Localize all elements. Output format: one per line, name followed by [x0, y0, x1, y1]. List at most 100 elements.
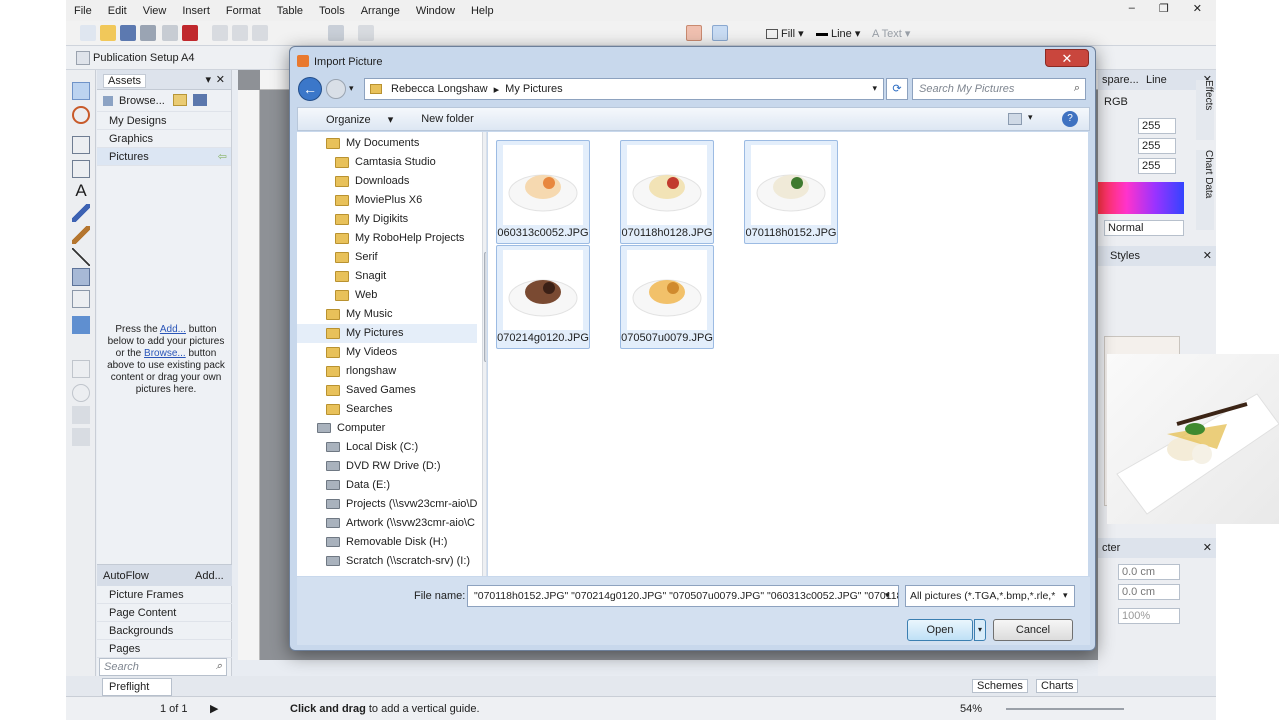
file-thumbnail[interactable]: 070507u0079.JPG — [620, 245, 714, 349]
search-icon[interactable]: ⌕ — [1074, 82, 1080, 95]
nav-item[interactable]: MoviePlus X6 — [297, 191, 477, 210]
file-name-input[interactable]: "070118h0152.JPG" "070214g0120.JPG" "070… — [467, 585, 899, 607]
zoom-level[interactable]: 54% — [960, 703, 982, 715]
search-icon[interactable]: ⌕ — [216, 660, 222, 673]
print-icon[interactable] — [140, 25, 156, 41]
search-input[interactable]: Search My Pictures ⌕ — [912, 78, 1086, 100]
menu-help[interactable]: Help — [463, 5, 502, 17]
close-icon[interactable]: ✕ — [1185, 2, 1210, 15]
menu-file[interactable]: File — [66, 5, 100, 17]
section-picture-frames[interactable]: Picture Frames — [97, 586, 232, 604]
file-thumbnail[interactable]: 070214g0120.JPG — [496, 245, 590, 349]
nav-item[interactable]: Scratch (\\scratch-srv) (I:) — [297, 552, 477, 571]
text-control[interactable]: A Text ▾ — [872, 27, 910, 40]
open-icon[interactable] — [100, 25, 116, 41]
nav-item[interactable]: Downloads — [297, 172, 477, 191]
tab-styles[interactable]: Styles — [1110, 250, 1140, 262]
nav-scroll-thumb[interactable] — [484, 252, 486, 362]
nav-item[interactable]: My RoboHelp Projects — [297, 229, 477, 248]
tab-schemes[interactable]: Schemes — [972, 679, 1028, 693]
save-icon[interactable] — [120, 25, 136, 41]
filter-dropdown-icon[interactable]: ▾ — [1063, 590, 1068, 601]
file-thumbnail[interactable]: 070118h0152.JPG — [744, 140, 838, 244]
fill-icon[interactable] — [766, 29, 778, 40]
forward-button[interactable] — [326, 79, 346, 99]
assets-my-designs[interactable]: My Designs — [97, 112, 231, 130]
nav-item[interactable]: rlongshaw — [297, 362, 477, 381]
nav-item[interactable]: DVD RW Drive (D:) — [297, 457, 477, 476]
hint-add-link[interactable]: Add... — [160, 324, 186, 335]
shape-tool-icon[interactable] — [72, 268, 90, 286]
pdf-icon[interactable] — [182, 25, 198, 41]
view-mode-icon[interactable] — [1008, 113, 1022, 125]
file-thumbnail[interactable]: 070118h0128.JPG — [620, 140, 714, 244]
nav-item[interactable]: Web — [297, 286, 477, 305]
nav-item[interactable]: Camtasia Studio — [297, 153, 477, 172]
preflight-button[interactable]: Preflight — [102, 678, 172, 696]
pointer-tool-icon[interactable] — [72, 82, 90, 100]
scale-field[interactable]: 100% — [1118, 608, 1180, 624]
dialog-close-button[interactable]: ✕ — [1045, 49, 1089, 67]
menu-arrange[interactable]: Arrange — [353, 5, 408, 17]
menu-tools[interactable]: Tools — [311, 5, 353, 17]
new-folder-button[interactable]: New folder — [407, 113, 488, 125]
assets-search-input[interactable]: Search ⌕ — [99, 658, 227, 676]
assets-graphics[interactable]: Graphics — [97, 130, 231, 148]
table-tool-icon[interactable] — [72, 160, 90, 178]
red-value[interactable]: 255 — [1138, 118, 1176, 134]
chart-data-tab[interactable]: Chart Data — [1196, 150, 1214, 230]
redo-icon[interactable] — [358, 25, 374, 41]
help-icon[interactable]: ? — [1062, 111, 1078, 127]
panel-menu-icon[interactable]: ▾ — [205, 73, 211, 86]
nav-item[interactable]: Saved Games — [297, 381, 477, 400]
publication-setup-button[interactable]: Publication Setup — [93, 52, 179, 64]
tab-spare[interactable]: spare... — [1102, 74, 1139, 86]
nav-item[interactable]: Removable Disk (H:) — [297, 533, 477, 552]
menu-table[interactable]: Table — [269, 5, 311, 17]
setup-icon[interactable] — [76, 51, 90, 65]
text-tool-icon[interactable]: A — [72, 182, 90, 200]
new-icon[interactable] — [80, 25, 96, 41]
breadcrumb-separator-icon[interactable]: ▸ — [494, 83, 500, 96]
nav-item[interactable]: Data (E:) — [297, 476, 477, 495]
section-pages[interactable]: Pages — [97, 640, 232, 658]
character-close-icon[interactable]: ✕ — [1203, 541, 1212, 554]
menu-format[interactable]: Format — [218, 5, 269, 17]
tab-line[interactable]: Line — [1146, 74, 1167, 86]
address-bar[interactable]: Rebecca Longshaw ▸ My Pictures ▾ — [364, 78, 884, 100]
file-thumbnail[interactable]: 060313c0052.JPG — [496, 140, 590, 244]
fill-tool-icon[interactable] — [72, 406, 90, 424]
nav-scrollbar[interactable] — [482, 132, 486, 576]
vertical-ruler[interactable] — [238, 90, 260, 660]
nav-item[interactable]: My Videos — [297, 343, 477, 362]
section-page-content[interactable]: Page Content — [97, 604, 232, 622]
frame-tool-icon[interactable] — [72, 360, 90, 378]
recent-locations-icon[interactable]: ▾ — [349, 83, 354, 94]
picture-tool-icon[interactable] — [72, 316, 90, 334]
nav-item[interactable]: Projects (\\svw23cmr-aio\D — [297, 495, 477, 514]
crop-tool-icon[interactable] — [72, 136, 90, 154]
save-pack-icon[interactable] — [193, 94, 207, 106]
nav-item[interactable]: My Pictures — [297, 324, 477, 343]
zoom-tool-icon[interactable] — [72, 384, 90, 402]
nav-item[interactable]: My Digikits — [297, 210, 477, 229]
assets-pictures[interactable]: Pictures ⇦ — [97, 148, 231, 166]
browse-button[interactable]: Browse... — [119, 95, 165, 107]
blue-value[interactable]: 255 — [1138, 158, 1176, 174]
pen-tool-icon[interactable] — [72, 226, 90, 244]
assets-tab[interactable]: Assets — [103, 74, 147, 88]
paste-icon[interactable] — [252, 25, 268, 41]
menu-edit[interactable]: Edit — [100, 5, 135, 17]
menu-window[interactable]: Window — [408, 5, 463, 17]
file-type-filter[interactable]: All pictures (*.TGA,*.bmp,*.rle,* — [905, 585, 1075, 607]
address-dropdown-icon[interactable]: ▾ — [872, 83, 877, 94]
width-field[interactable]: 0.0 cm — [1118, 564, 1180, 580]
minimize-icon[interactable]: – — [1121, 2, 1143, 15]
color-mode[interactable]: RGB — [1104, 96, 1128, 108]
breadcrumb-folder[interactable]: My Pictures — [505, 83, 562, 95]
add-button[interactable]: Add... — [195, 570, 224, 582]
open-button[interactable]: Open — [907, 619, 973, 641]
undo-icon[interactable] — [328, 25, 344, 41]
file-name-dropdown-icon[interactable]: ▾ — [885, 590, 890, 601]
restore-icon[interactable]: ❐ — [1151, 2, 1177, 15]
